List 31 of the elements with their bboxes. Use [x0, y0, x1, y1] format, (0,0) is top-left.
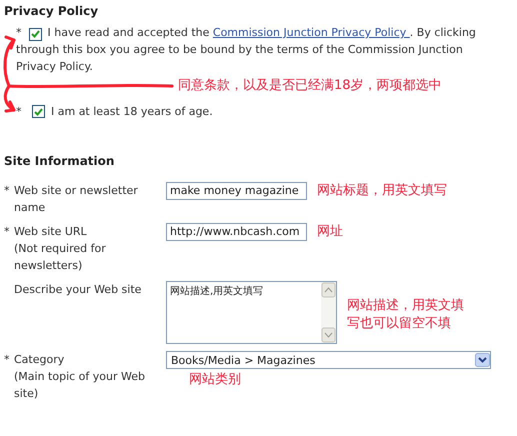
annotation: 网站描述，用英文填写也可以留空不填 — [347, 297, 465, 333]
annotation: 同意条款，以及是否已经满18岁，两项都选中 — [178, 77, 443, 95]
text-field[interactable]: make money magazine — [166, 182, 307, 200]
required-mark: * — [16, 26, 22, 39]
checkbox[interactable] — [32, 105, 45, 118]
field-label: Web site URL — [14, 224, 88, 240]
required-mark: * — [4, 352, 10, 368]
field-label: Web site or newsletter name — [14, 183, 139, 216]
field-label: Category — [14, 352, 66, 368]
annotation: 网站类别 — [189, 371, 242, 389]
field-label: Describe your Web site — [14, 282, 142, 298]
section-title: Privacy Policy — [3, 3, 100, 18]
section-title: Site Information — [3, 153, 116, 168]
description-field[interactable]: 网站描述,用英文填写 — [166, 281, 337, 344]
checkmark-icon — [30, 30, 40, 38]
field-hint: (Not required for newsletters) — [14, 241, 107, 274]
agreement-text: * I have read and accepted the Commission Junction Privacy Policy . By clicking through this box you agree to be bound by the terms of the Commission Junction Privacy Policy. — [16, 25, 477, 75]
checkbox[interactable] — [28, 28, 42, 40]
category-dropdown[interactable]: Books/Media > Magazines — [166, 351, 491, 369]
scrollbar[interactable] — [321, 282, 336, 343]
field-hint: (Main topic of your Web site) — [14, 369, 146, 402]
age-confirmation-text: I am at least 18 years of age. — [51, 104, 213, 120]
annotation: 网站标题，用英文填写 — [317, 182, 447, 200]
required-mark: * — [4, 224, 10, 240]
text-field[interactable]: http://www.nbcash.com — [166, 223, 307, 241]
privacy-policy-link[interactable]: Commission Junction Privacy Policy — [212, 26, 410, 39]
required-mark: * — [4, 183, 10, 199]
chevron-icon — [475, 353, 490, 367]
required-mark: * — [16, 104, 22, 120]
checkmark-icon — [34, 108, 43, 116]
annotation: 网址 — [317, 223, 343, 241]
